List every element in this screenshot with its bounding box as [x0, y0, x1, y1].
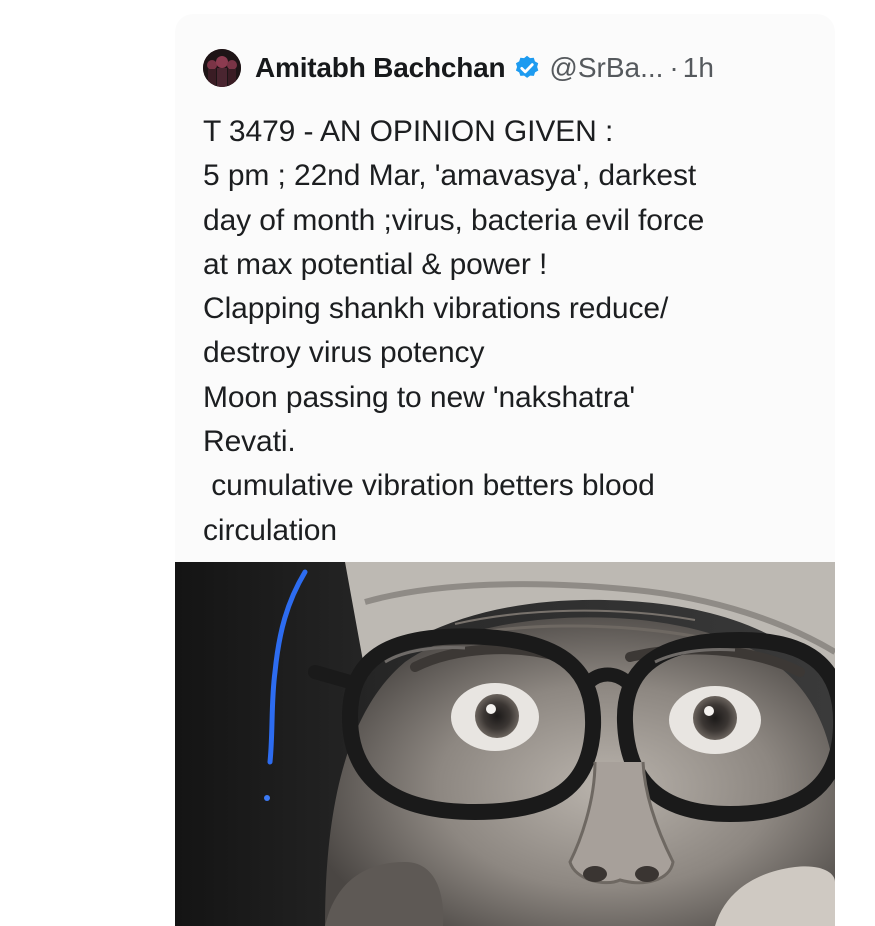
author-handle[interactable]: @SrBa...: [549, 52, 663, 84]
tweet-text-line: Clapping shankh vibrations reduce/: [203, 292, 669, 326]
tweet-card[interactable]: Amitabh Bachchan @SrBa... · 1h T 3479 - …: [175, 14, 835, 926]
tweet-text-line: circulation: [203, 513, 337, 547]
tweet-header: Amitabh Bachchan @SrBa... · 1h: [203, 48, 714, 88]
profile-avatar[interactable]: [203, 49, 241, 87]
tweet-text-line: 5 pm ; 22nd Mar, 'amavasya', darkest: [203, 159, 697, 193]
tweet-text-line: Moon passing to new 'nakshatra': [203, 380, 635, 414]
tweet-timestamp[interactable]: 1h: [683, 52, 714, 84]
tweet-text: T 3479 - AN OPINION GIVEN : 5 pm ; 22nd …: [203, 110, 823, 553]
tweet-text-line: day of month ;virus, bacteria evil force: [203, 203, 705, 237]
tweet-media-photo[interactable]: [175, 562, 835, 926]
header-separator: ·: [669, 52, 679, 83]
tweet-text-line: at max potential & power !: [203, 247, 548, 281]
tweet-text-line: T 3479 - AN OPINION GIVEN :: [203, 115, 614, 148]
author-name[interactable]: Amitabh Bachchan: [255, 52, 506, 84]
screenshot-page: Amitabh Bachchan @SrBa... · 1h T 3479 - …: [0, 0, 875, 926]
tweet-text-line: Revati.: [203, 425, 296, 459]
tweet-text-line: cumulative vibration betters blood: [203, 469, 655, 503]
verified-badge-icon: [513, 54, 541, 82]
tweet-text-line: destroy virus potency: [203, 336, 485, 370]
